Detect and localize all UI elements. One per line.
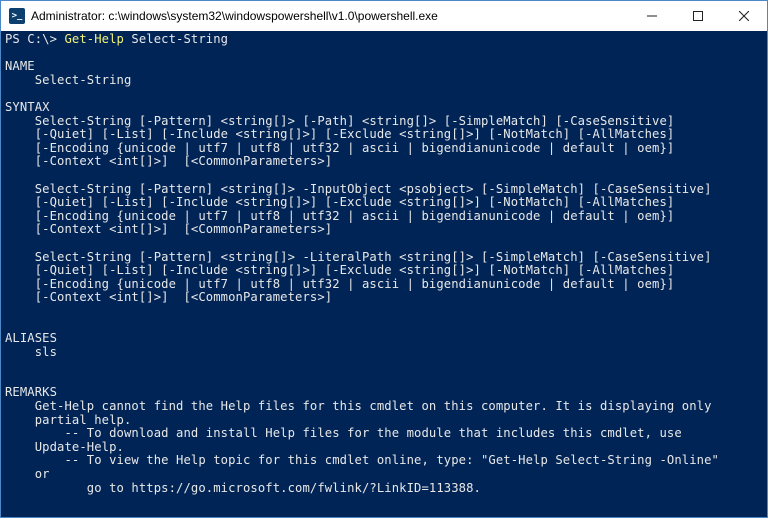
- syntax-line: Select-String [-Pattern] <string[]> -Lit…: [5, 250, 712, 264]
- command-name: Get-Help: [65, 32, 125, 46]
- remarks-line: -- To view the Help topic for this cmdle…: [5, 453, 719, 467]
- help-remarks-header: REMARKS: [5, 385, 57, 399]
- syntax-line: [-Encoding {unicode | utf7 | utf8 | utf3…: [5, 277, 674, 291]
- remarks-line: -- To download and install Help files fo…: [5, 426, 682, 440]
- syntax-line: [-Context <int[]>] [<CommonParameters>]: [5, 290, 332, 304]
- syntax-line: [-Quiet] [-List] [-Include <string[]>] […: [5, 195, 674, 209]
- prompt: PS C:\>: [5, 32, 65, 46]
- syntax-line: [-Quiet] [-List] [-Include <string[]>] […: [5, 263, 674, 277]
- help-name-value: Select-String: [5, 73, 131, 87]
- help-aliases-value: sls: [5, 345, 57, 359]
- powershell-icon: >_: [9, 8, 25, 24]
- syntax-line: Select-String [-Pattern] <string[]> -Inp…: [5, 182, 712, 196]
- remarks-line: Update-Help.: [5, 440, 124, 454]
- window-title: Administrator: c:\windows\system32\windo…: [31, 9, 438, 23]
- help-syntax-header: SYNTAX: [5, 100, 50, 114]
- remarks-line: go to https://go.microsoft.com/fwlink/?L…: [5, 481, 481, 495]
- close-button[interactable]: [721, 1, 767, 31]
- maximize-button[interactable]: [675, 1, 721, 31]
- syntax-line: [-Quiet] [-List] [-Include <string[]>] […: [5, 127, 674, 141]
- remarks-line: or: [5, 467, 50, 481]
- syntax-line: Select-String [-Pattern] <string[]> [-Pa…: [5, 114, 674, 128]
- command-arg: Select-String: [124, 32, 228, 46]
- syntax-line: [-Context <int[]>] [<CommonParameters>]: [5, 222, 332, 236]
- help-name-header: NAME: [5, 59, 35, 73]
- minimize-button[interactable]: [629, 1, 675, 31]
- remarks-line: Get-Help cannot find the Help files for …: [5, 399, 712, 413]
- syntax-line: [-Context <int[]>] [<CommonParameters>]: [5, 154, 332, 168]
- help-aliases-header: ALIASES: [5, 331, 57, 345]
- remarks-line: partial help.: [5, 413, 131, 427]
- terminal-output[interactable]: PS C:\> Get-Help Select-String NAME Sele…: [1, 31, 767, 517]
- window-controls: [629, 1, 767, 31]
- syntax-line: [-Encoding {unicode | utf7 | utf8 | utf3…: [5, 209, 674, 223]
- titlebar[interactable]: >_ Administrator: c:\windows\system32\wi…: [1, 1, 767, 31]
- syntax-line: [-Encoding {unicode | utf7 | utf8 | utf3…: [5, 141, 674, 155]
- powershell-window: >_ Administrator: c:\windows\system32\wi…: [0, 0, 768, 518]
